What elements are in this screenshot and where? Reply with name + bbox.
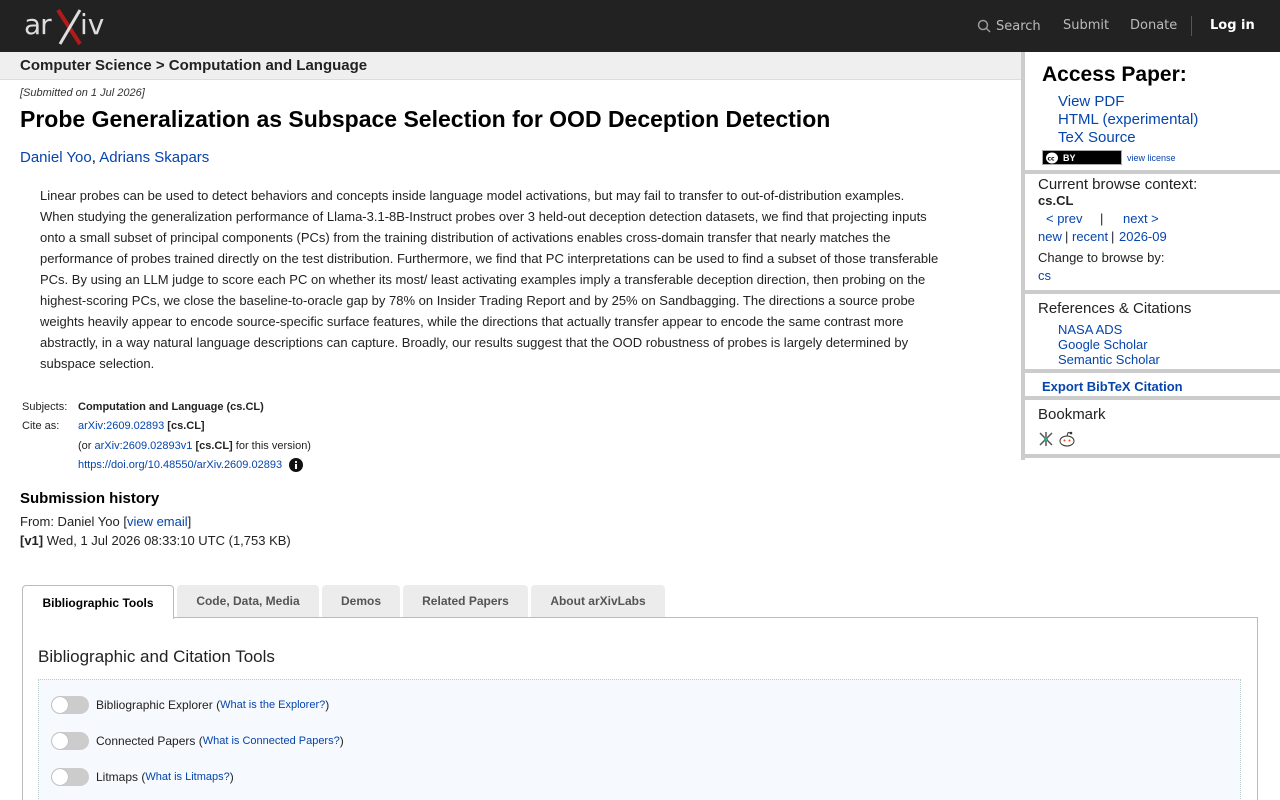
version-label: [v1] [20,533,44,548]
browse-context-title: Current browse context: [1038,176,1198,193]
sidebar-divider [1025,290,1280,294]
submitted-date: [Submitted on 1 Jul 2026] [20,87,145,99]
tool-row: Bibliographic Explorer (What is the Expl… [51,695,329,715]
abstract-line: highest-scoring PCs, we close the baseli… [40,293,915,308]
bibsonomy-icon[interactable] [1038,431,1054,447]
cite-or: (or [78,440,92,452]
nav-divider [1191,16,1192,36]
tab-about-arxivlabs[interactable]: About arXivLabs [531,585,665,617]
export-bibtex-link[interactable]: Export BibTeX Citation [1042,379,1183,394]
version-date: Wed, 1 Jul 2026 08:33:10 UTC (1,753 KB) [46,533,291,548]
html-link[interactable]: HTML (experimental) [1058,111,1198,128]
tool-row: Connected Papers (What is Connected Pape… [51,731,344,751]
google-scholar-link[interactable]: Google Scholar [1058,337,1148,352]
creative-commons-icon: cc [1046,152,1058,163]
tab-demos[interactable]: Demos [322,585,400,617]
view-pdf-link[interactable]: View PDF [1058,93,1124,110]
subjects-label: Subjects: [22,401,68,413]
arxiv-logo[interactable]: ar iv [22,6,114,46]
sidebar-divider [1025,170,1280,174]
bibliographic-explorer-toggle[interactable] [51,696,89,714]
connected-papers-toggle[interactable] [51,732,89,750]
prev-link[interactable]: < prev [1046,211,1083,226]
cite-version-link[interactable]: arXiv:2609.02893v1 [95,440,193,452]
abstract-line: performance of probes trained directly o… [40,251,939,266]
nav-separator: | [1065,229,1069,244]
svg-text:ar: ar [24,8,52,41]
cc-by-text: BY [1063,152,1076,163]
view-email-link[interactable]: view email [127,514,188,529]
abstract: Linear probes can be used to detect beha… [40,185,985,374]
recent-link[interactable]: recent [1072,229,1108,244]
tool-help-link[interactable]: What is the Explorer? [220,699,325,711]
change-browse-label: Change to browse by: [1038,250,1165,265]
submission-from: From: Daniel Yoo [view email] [20,514,191,529]
cc-license-badge[interactable]: cc BY [1042,150,1122,165]
search-icon [977,19,991,33]
submission-history-title: Submission history [20,490,160,507]
view-license-link[interactable]: view license [1127,153,1176,163]
svg-text:cc: cc [1048,155,1056,162]
browse-cs-link[interactable]: cs [1038,268,1051,283]
cite-id-link[interactable]: arXiv:2609.02893 [78,420,164,432]
tool-name: Connected Papers [96,734,196,748]
cite-version-tag: [cs.CL] [195,440,233,452]
tool-help-link[interactable]: What is Litmaps? [145,771,229,783]
donate-link[interactable]: Donate [1130,18,1177,33]
author-list: Daniel Yoo, Adrians Skapars [20,149,210,166]
top-navbar: ar iv Search Submit Donate Log in [0,0,1280,52]
subjects-value: Computation and Language (cs.CL) [78,401,264,413]
references-title: References & Citations [1038,300,1192,317]
access-paper-title: Access Paper: [1042,63,1187,86]
tab-code-data-media[interactable]: Code, Data, Media [177,585,319,617]
litmaps-toggle[interactable] [51,768,89,786]
tool-name: Litmaps [96,770,139,784]
abstract-line: onto a small subset of principal compone… [40,230,891,245]
tab-related-papers[interactable]: Related Papers [403,585,528,617]
tool-help-link[interactable]: What is Connected Papers? [203,735,340,747]
semantic-scholar-link[interactable]: Semantic Scholar [1058,352,1160,367]
svg-text:iv: iv [80,8,104,41]
breadcrumb: Computer Science > Computation and Langu… [0,52,1021,80]
sidebar-divider [1025,396,1280,400]
abstract-line: When studying the generalization perform… [40,209,927,224]
from-text: From: Daniel Yoo [ [20,514,127,529]
tex-source-link[interactable]: TeX Source [1058,129,1136,146]
cite-tag: [cs.CL] [167,420,205,432]
nav-separator: | [1111,229,1115,244]
nav-separator: | [1100,211,1104,226]
cite-label: Cite as: [22,420,60,432]
bookmark-title: Bookmark [1038,406,1106,423]
from-suffix: ] [187,514,192,529]
abstract-line: Linear probes can be used to detect beha… [40,188,905,203]
abstract-line: PCs. By using an LLM judge to score each… [40,272,926,287]
info-icon[interactable] [289,458,304,472]
paper-title: Probe Generalization as Subspace Selecti… [20,106,831,132]
browse-context-value: cs.CL [1038,193,1074,208]
version-entry: [v1] Wed, 1 Jul 2026 08:33:10 UTC (1,753… [20,533,291,548]
search-label: Search [996,18,1041,34]
author-link[interactable]: Daniel Yoo [20,149,92,166]
sidebar-divider [1025,369,1280,373]
doi-link[interactable]: https://doi.org/10.48550/arXiv.2609.0289… [78,459,282,471]
search-link[interactable]: Search [977,17,1041,35]
sidebar-divider [1025,454,1280,458]
submit-link[interactable]: Submit [1063,18,1109,33]
month-link[interactable]: 2026-09 [1119,229,1167,244]
login-link[interactable]: Log in [1210,18,1255,33]
abstract-line: weights heavily appear to encode source-… [40,314,904,329]
author-link[interactable]: Adrians Skapars [99,149,209,166]
tool-name: Bibliographic Explorer [96,698,213,712]
reddit-icon[interactable] [1058,430,1076,448]
tool-row: Litmaps (What is Litmaps?) [51,767,234,787]
cite-version-suffix: for this version) [235,440,311,452]
nasa-ads-link[interactable]: NASA ADS [1058,322,1122,337]
panel-title: Bibliographic and Citation Tools [38,647,275,666]
abstract-line: abstractly, in a way natural language de… [40,335,909,350]
tab-bibliographic-tools[interactable]: Bibliographic Tools [22,585,174,619]
abstract-line: subspace selection. [40,356,155,371]
next-link[interactable]: next > [1123,211,1159,226]
new-link[interactable]: new [1038,229,1062,244]
